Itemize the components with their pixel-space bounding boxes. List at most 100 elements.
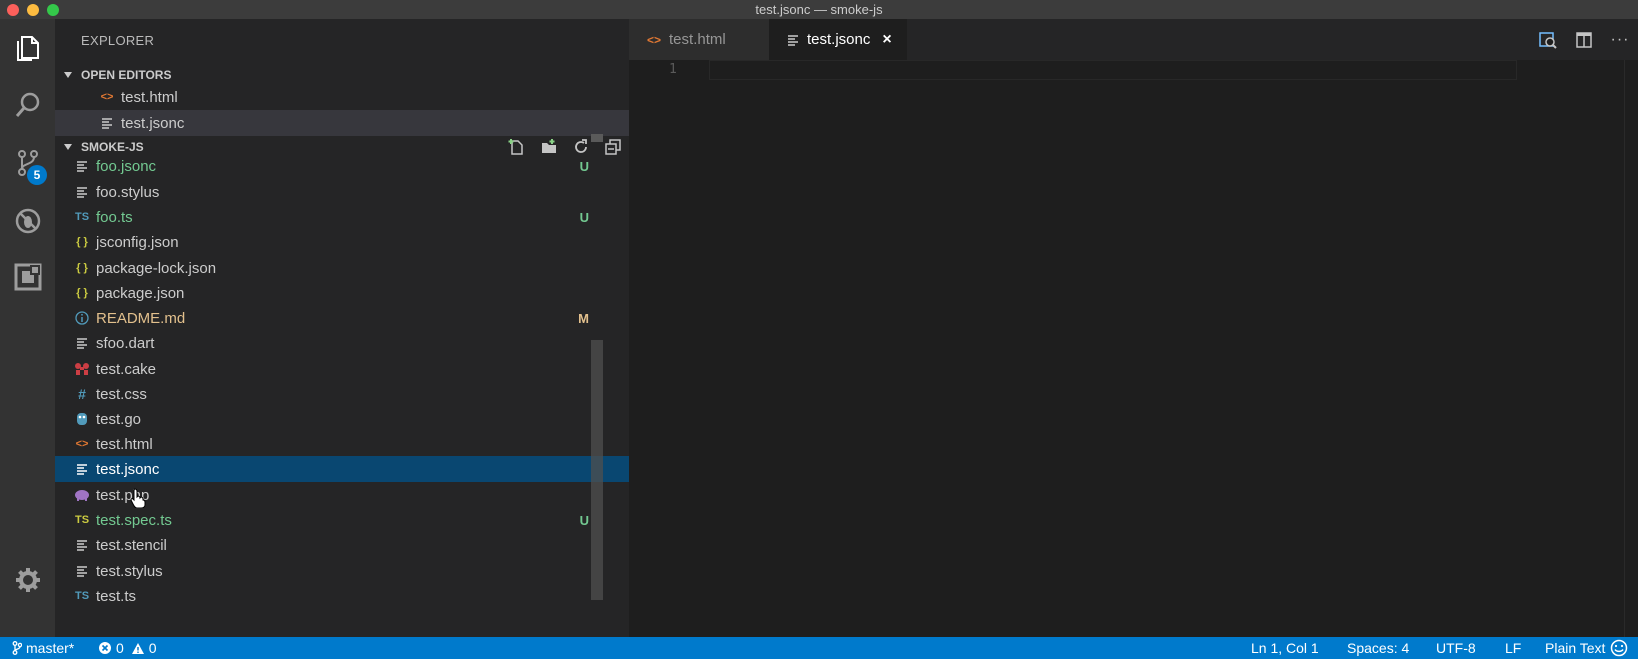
lines-icon	[74, 158, 90, 174]
search-icon-svg	[15, 92, 39, 117]
file-label: foo.ts	[96, 208, 133, 226]
file-item[interactable]: <> test.html	[55, 431, 629, 457]
file-item[interactable]: test.stylus	[55, 558, 629, 584]
file-label: test.stylus	[96, 562, 163, 580]
warning-count: 0	[148, 640, 157, 656]
editor-actions: ···	[1530, 19, 1638, 60]
vscode-window: test.jsonc — smoke-js 5 EXPLORER OPEN ED…	[0, 0, 1638, 659]
editor-scrollbar[interactable]	[1624, 60, 1638, 637]
file-item[interactable]: foo.jsonc U	[55, 153, 629, 179]
git-status-badge: U	[579, 209, 589, 225]
problems-indicator[interactable]: 0 0	[98, 637, 157, 659]
explorer-icon[interactable]	[0, 23, 55, 71]
file-item-selected[interactable]: test.jsonc	[55, 456, 629, 482]
editor-tab-bar: <> test.html test.jsonc × ···	[629, 19, 1638, 60]
git-status-badge: U	[579, 512, 589, 528]
branch-indicator[interactable]: master*	[12, 637, 74, 659]
cake-icon	[74, 361, 90, 377]
minimize-window-button[interactable]	[27, 4, 39, 16]
close-window-button[interactable]	[7, 4, 19, 16]
file-item[interactable]: test.stencil	[55, 532, 629, 558]
title-bar: test.jsonc — smoke-js	[0, 0, 1638, 19]
file-item[interactable]: { } package.json	[55, 280, 629, 306]
json-icon: { }	[76, 236, 88, 248]
gear-icon-svg	[15, 568, 40, 592]
file-label: foo.stylus	[96, 183, 160, 201]
tab-test-jsonc[interactable]: test.jsonc ×	[769, 19, 907, 60]
branch-name: master*	[26, 640, 75, 656]
lines-icon	[74, 563, 90, 579]
current-line-highlight	[709, 60, 1517, 80]
error-count: 0	[116, 640, 124, 656]
file-label: test.ts	[96, 587, 137, 605]
file-label: package.json	[96, 284, 185, 302]
file-label: test.spec.ts	[96, 511, 172, 529]
file-label: test.css	[96, 385, 147, 403]
more-actions-icon[interactable]: ···	[1602, 19, 1638, 60]
close-icon[interactable]: ×	[882, 31, 891, 49]
chevron-down-icon	[64, 144, 72, 150]
git-branch-icon	[12, 641, 22, 655]
split-editor-icon[interactable]	[1566, 19, 1602, 60]
file-item[interactable]: # test.css	[55, 381, 629, 407]
go-icon	[74, 411, 90, 427]
activity-bar: 5	[0, 19, 55, 637]
explorer-sidebar: EXPLORER OPEN EDITORS <> test.html test.…	[55, 19, 629, 637]
lines-icon	[787, 34, 799, 46]
file-item[interactable]: { } package-lock.json	[55, 255, 629, 281]
maximize-window-button[interactable]	[47, 4, 59, 16]
open-preview-icon[interactable]	[1530, 19, 1566, 60]
file-item[interactable]: TS test.spec.ts U	[55, 507, 629, 533]
tab-test-html[interactable]: <> test.html	[629, 19, 769, 60]
sidebar-title: EXPLORER	[81, 33, 155, 48]
explorer-icon-svg	[16, 36, 39, 61]
extensions-icon[interactable]	[0, 253, 55, 301]
gear-icon[interactable]	[0, 556, 55, 604]
tab-label: test.html	[669, 31, 726, 48]
git-status-badge: M	[578, 310, 589, 326]
hash-icon: #	[78, 386, 86, 402]
language-mode[interactable]: Plain Text	[1545, 637, 1605, 659]
end-of-line[interactable]: LF	[1505, 637, 1521, 659]
scrollbar-shadow	[591, 134, 603, 142]
debug-icon[interactable]	[0, 197, 55, 245]
html-icon: <>	[75, 438, 89, 450]
error-icon	[99, 642, 111, 654]
source-control-icon[interactable]: 5	[0, 139, 55, 187]
open-editor-label: test.jsonc	[121, 114, 185, 132]
encoding[interactable]: UTF-8	[1436, 637, 1476, 659]
file-item[interactable]: README.md M	[55, 305, 629, 331]
editor-area[interactable]: 1	[629, 60, 1638, 637]
php-icon	[74, 487, 90, 503]
ts-icon: TS	[74, 514, 90, 526]
extensions-icon-svg	[14, 263, 41, 291]
warning-icon	[131, 642, 144, 654]
window-title: test.jsonc — smoke-js	[755, 2, 883, 17]
indentation[interactable]: Spaces: 4	[1347, 637, 1409, 659]
file-label: README.md	[96, 309, 186, 327]
file-item[interactable]: test.cake	[55, 356, 629, 382]
html-icon: <>	[100, 91, 114, 103]
file-label: test.html	[96, 435, 153, 453]
open-editor-item[interactable]: test.jsonc	[55, 110, 629, 136]
lines-icon	[99, 115, 115, 131]
html-icon: <>	[647, 32, 662, 47]
file-label: test.cake	[96, 360, 157, 378]
file-item[interactable]: TS foo.ts U	[55, 204, 629, 230]
cursor-position[interactable]: Ln 1, Col 1	[1251, 637, 1319, 659]
file-item[interactable]: foo.stylus	[55, 179, 629, 205]
file-item[interactable]: test.go	[55, 406, 629, 432]
feedback-smiley-icon[interactable]	[1610, 637, 1628, 659]
file-item[interactable]: TS test.ts	[55, 583, 629, 609]
tab-label: test.jsonc	[807, 31, 871, 48]
file-item[interactable]: sfoo.dart	[55, 330, 629, 356]
file-item[interactable]: { } jsconfig.json	[55, 229, 629, 255]
hand-cursor-icon	[130, 488, 146, 508]
search-icon[interactable]	[0, 81, 55, 129]
lines-icon	[74, 537, 90, 553]
sidebar-scrollbar[interactable]	[591, 340, 603, 600]
open-editor-item[interactable]: <> test.html	[55, 84, 629, 110]
open-editor-label: test.html	[121, 88, 178, 106]
file-label: test.stencil	[96, 536, 167, 554]
lines-icon	[74, 184, 90, 200]
